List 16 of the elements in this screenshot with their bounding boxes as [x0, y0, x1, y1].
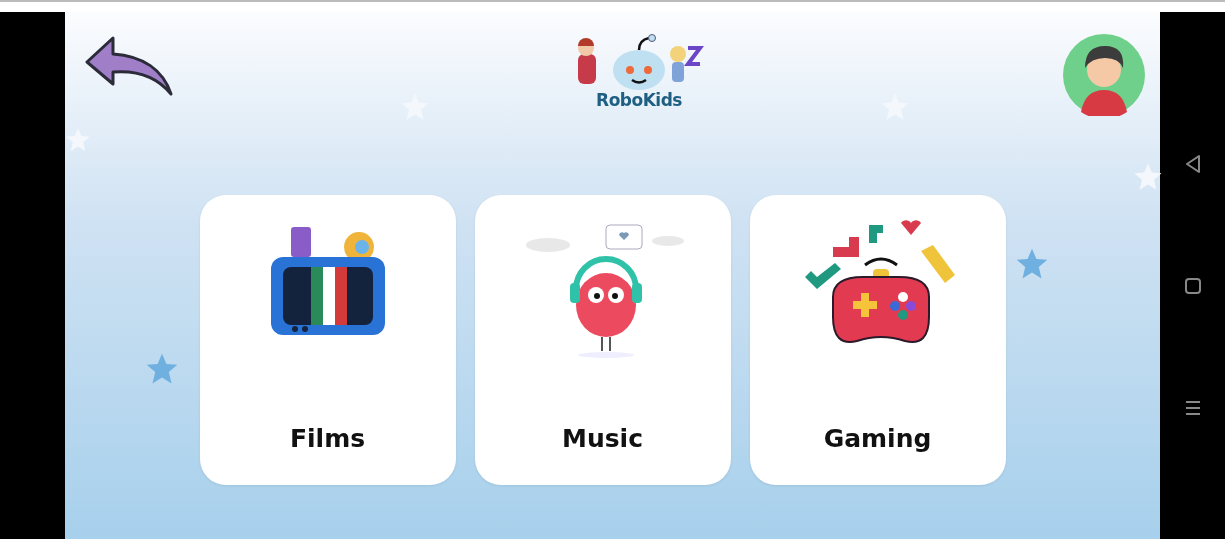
star-icon — [1015, 247, 1049, 281]
app-logo-text: RoboKids — [596, 92, 682, 109]
category-card[interactable]: Gaming — [749, 195, 1006, 485]
avatar-button[interactable] — [1063, 34, 1145, 116]
star-icon — [145, 352, 179, 386]
category-card[interactable]: Films — [199, 195, 456, 485]
nav-home-icon[interactable] — [1183, 277, 1202, 296]
category-card[interactable]: Music — [474, 195, 731, 485]
category-label: Films — [289, 422, 366, 455]
back-button[interactable] — [83, 34, 175, 96]
category-label: Gaming — [823, 422, 932, 455]
nav-menu-icon[interactable] — [1183, 399, 1202, 418]
star-icon — [65, 127, 91, 153]
nav-back-icon[interactable] — [1183, 153, 1202, 174]
category-label: Music — [562, 422, 643, 455]
star-icon — [1133, 162, 1163, 192]
